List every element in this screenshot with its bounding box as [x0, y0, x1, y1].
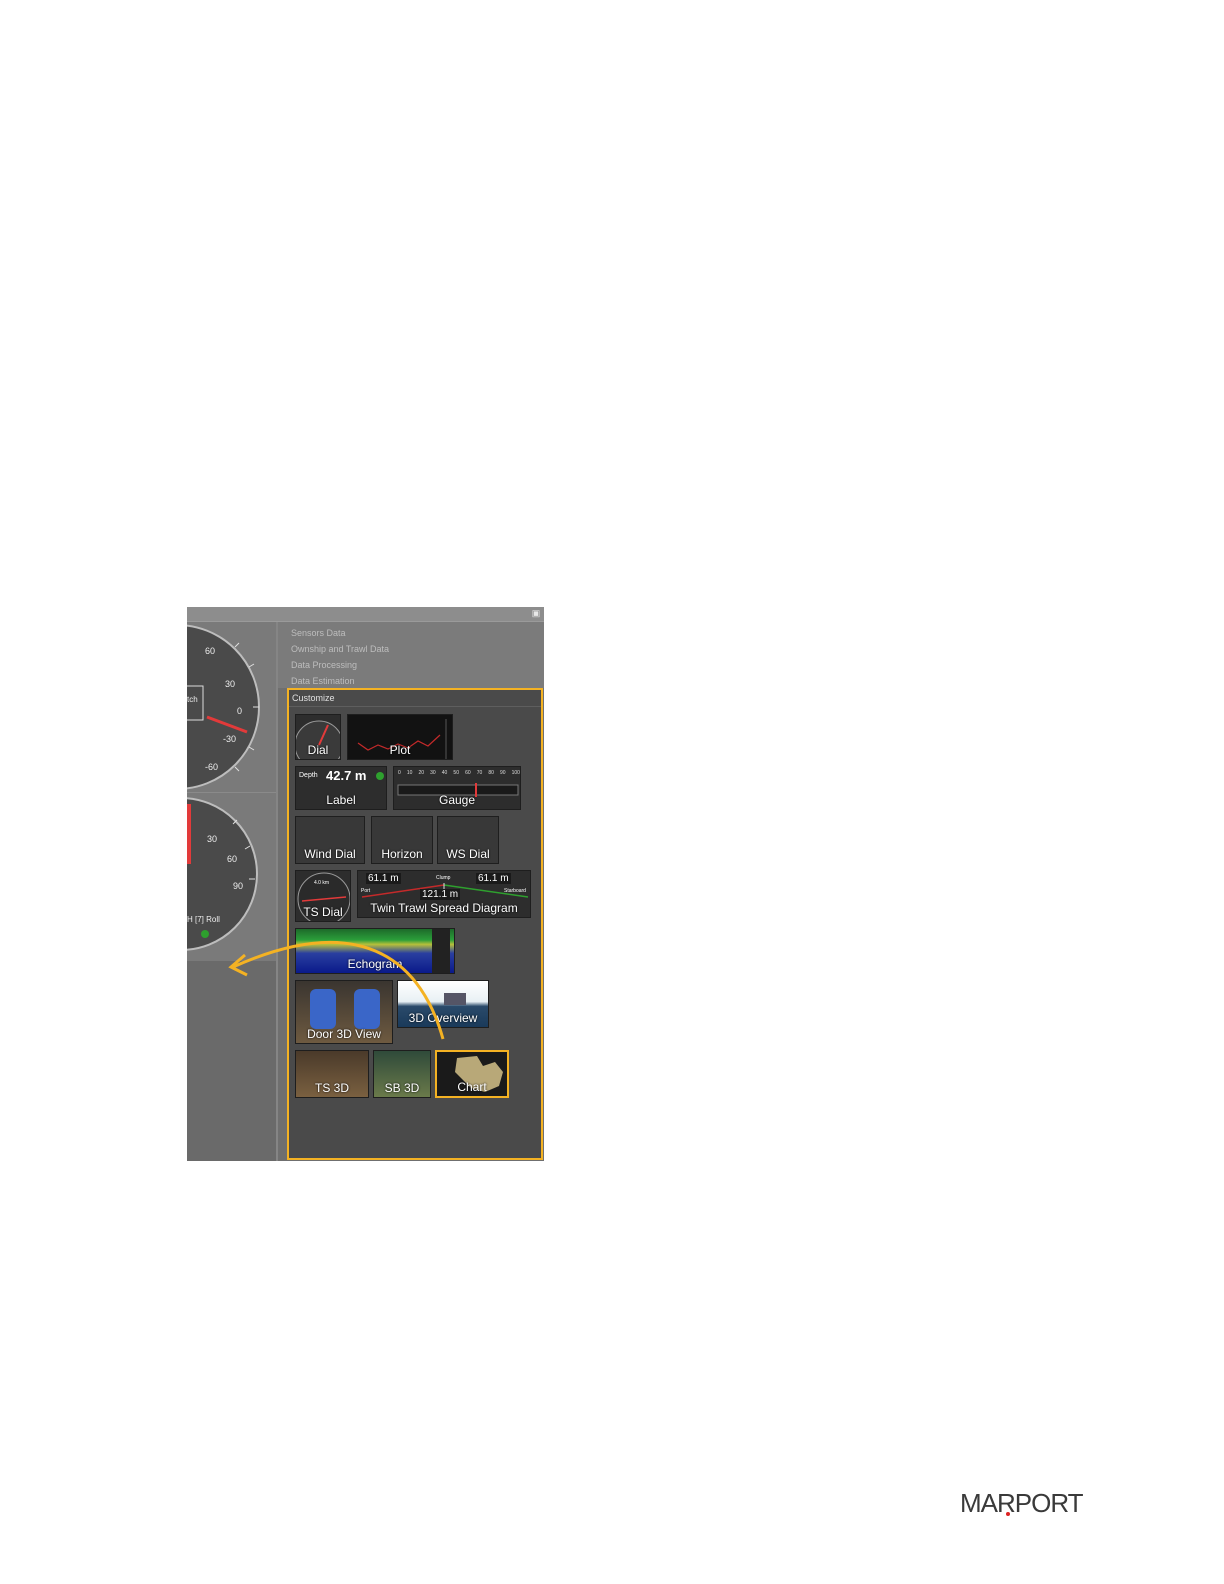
marport-logo: MARPORT — [960, 1484, 1084, 1524]
screenshot-frame: ▣ 60 30 0 -30 -60 tch 30 60 90 H [7] Rol… — [187, 607, 544, 1161]
drag-arrow-icon — [228, 940, 445, 1040]
logo-dot — [1006, 1512, 1010, 1516]
logo-text: MARPORT — [960, 1488, 1084, 1518]
